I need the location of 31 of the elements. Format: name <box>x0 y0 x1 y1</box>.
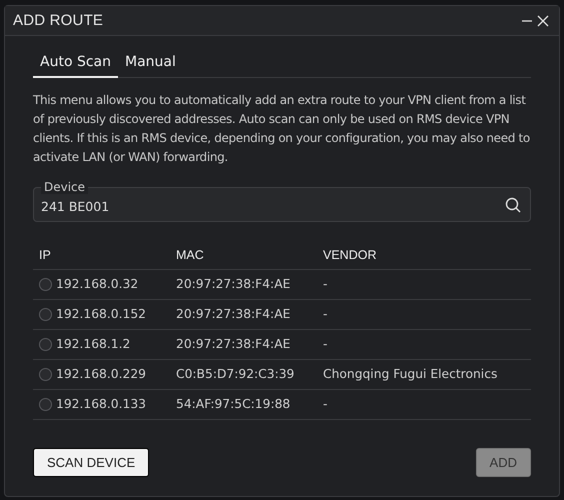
radio-button[interactable] <box>39 308 52 320</box>
ip-text: 192.168.0.32 <box>56 277 138 291</box>
ip-text: 192.168.0.152 <box>56 307 146 321</box>
table-cell: C0:B5:D7:92:C3:39 <box>170 360 317 390</box>
table-cell: - <box>317 390 531 420</box>
table-cell: - <box>317 270 531 300</box>
column-header: IP <box>33 242 170 270</box>
table-cell: 20:97:27:38:F4:AE <box>170 300 317 330</box>
table-cell: 20:97:27:38:F4:AE <box>170 330 317 360</box>
scan-device-button[interactable]: SCAN DEVICE <box>33 448 150 477</box>
radio-button[interactable] <box>39 368 52 380</box>
tab[interactable]: Manual <box>118 52 183 78</box>
column-header: MAC <box>170 242 317 270</box>
radio-button[interactable] <box>39 338 52 350</box>
radio-button[interactable] <box>39 278 52 290</box>
table-cell: Chongqing Fugui Electronics <box>317 360 531 390</box>
search-icon[interactable] <box>505 197 521 213</box>
ip-text: 192.168.1.2 <box>56 337 130 351</box>
description-text: This menu allows you to automatically add an extra route to your VPN client from a list of previously discovered addresses. Auto scan can only be used on RMS device VPN clients. If this is an RMS device, depending on your configuration, you may also need to activate LAN (or WAN) forwarding. <box>33 92 531 166</box>
tab[interactable]: Auto Scan <box>33 52 118 78</box>
ip-text: 192.168.0.229 <box>56 367 146 381</box>
close-icon[interactable] <box>535 12 551 28</box>
table-cell: - <box>317 300 531 330</box>
ip-text: 192.168.0.133 <box>56 397 146 411</box>
radio-button[interactable] <box>39 398 52 410</box>
table-cell: 20:97:27:38:F4:AE <box>170 270 317 300</box>
table-cell: - <box>317 330 531 360</box>
column-header: VENDOR <box>317 242 531 270</box>
field-label: Device <box>41 180 88 194</box>
window-title: ADD ROUTE <box>13 12 104 29</box>
table-cell: 54:AF:97:5C:19:88 <box>170 390 317 420</box>
